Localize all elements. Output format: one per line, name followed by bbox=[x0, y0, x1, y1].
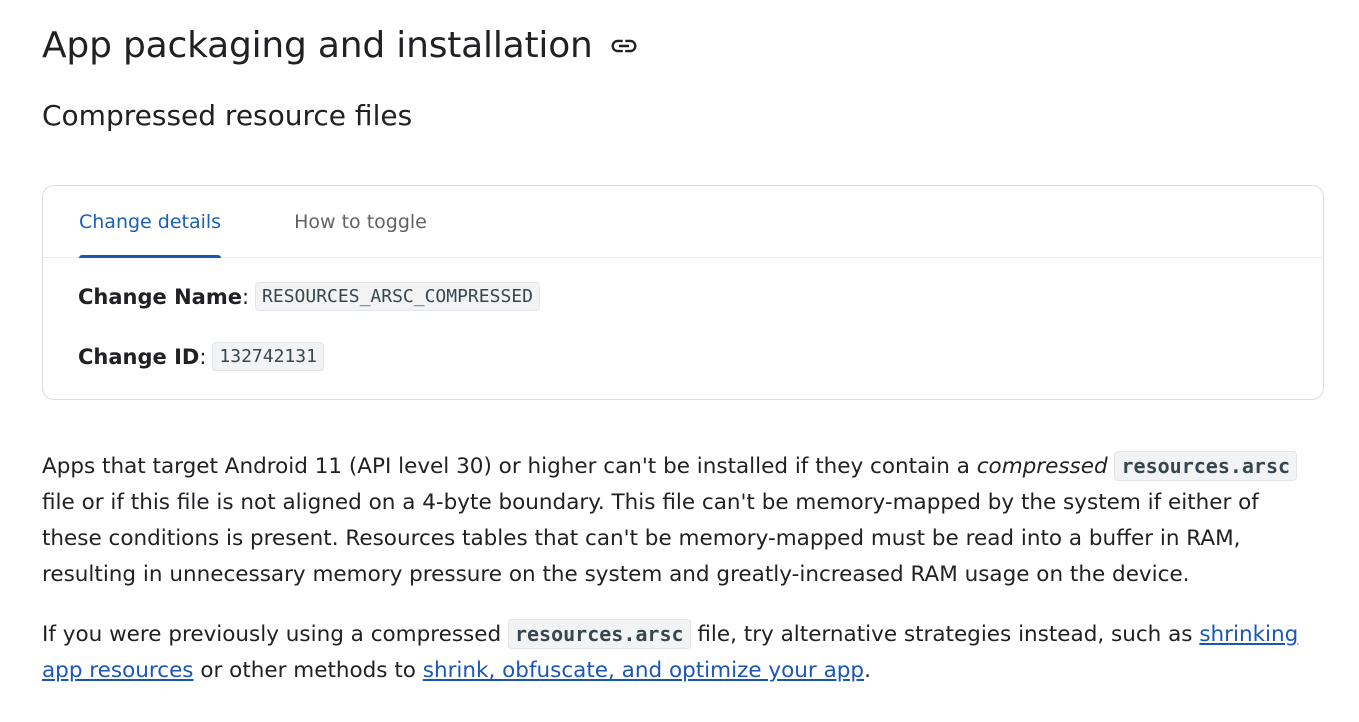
link-shrink-obfuscate-optimize[interactable]: shrink, obfuscate, and optimize your app bbox=[423, 658, 864, 683]
page-title-text: App packaging and installation bbox=[42, 25, 593, 66]
p2-text-3: or other methods to bbox=[193, 658, 423, 683]
change-name-colon: : bbox=[241, 284, 250, 309]
change-name-label: Change Name bbox=[78, 284, 242, 309]
change-id-colon: : bbox=[199, 344, 207, 369]
change-name-row: Change Name: RESOURCES_ARSC_COMPRESSED bbox=[78, 282, 540, 311]
tab-change-details[interactable]: Change details bbox=[79, 186, 222, 258]
change-id-label: Change ID bbox=[78, 344, 200, 369]
p2-code: resources.arsc bbox=[507, 619, 691, 649]
tab-bar: Change details How to toggle bbox=[43, 186, 1323, 258]
p2-text-1: If you were previously using a compresse… bbox=[42, 622, 508, 647]
page-title: App packaging and installation bbox=[42, 24, 641, 68]
p1-text-2: file or if this file is not aligned on a… bbox=[42, 490, 1259, 587]
change-id-row: Change ID: 132742131 bbox=[78, 342, 324, 371]
p1-code: resources.arsc bbox=[1114, 451, 1298, 481]
change-name-value: RESOURCES_ARSC_COMPRESSED bbox=[255, 282, 540, 311]
p2-text-4: . bbox=[864, 658, 871, 683]
tab-how-to-toggle[interactable]: How to toggle bbox=[294, 186, 427, 257]
section-subtitle: Compressed resource files bbox=[42, 99, 413, 132]
description-paragraph: Apps that target Android 11 (API level 3… bbox=[42, 448, 1317, 593]
p1-emphasis: compressed bbox=[976, 454, 1108, 479]
change-card: Change details How to toggle Change Name… bbox=[42, 185, 1324, 400]
recommendation-paragraph: If you were previously using a compresse… bbox=[42, 616, 1317, 689]
p1-text-1: Apps that target Android 11 (API level 3… bbox=[42, 454, 977, 479]
p2-text-2: file, try alternative strategies instead… bbox=[690, 622, 1200, 647]
change-id-value: 132742131 bbox=[212, 342, 324, 371]
link-icon[interactable] bbox=[609, 30, 641, 62]
